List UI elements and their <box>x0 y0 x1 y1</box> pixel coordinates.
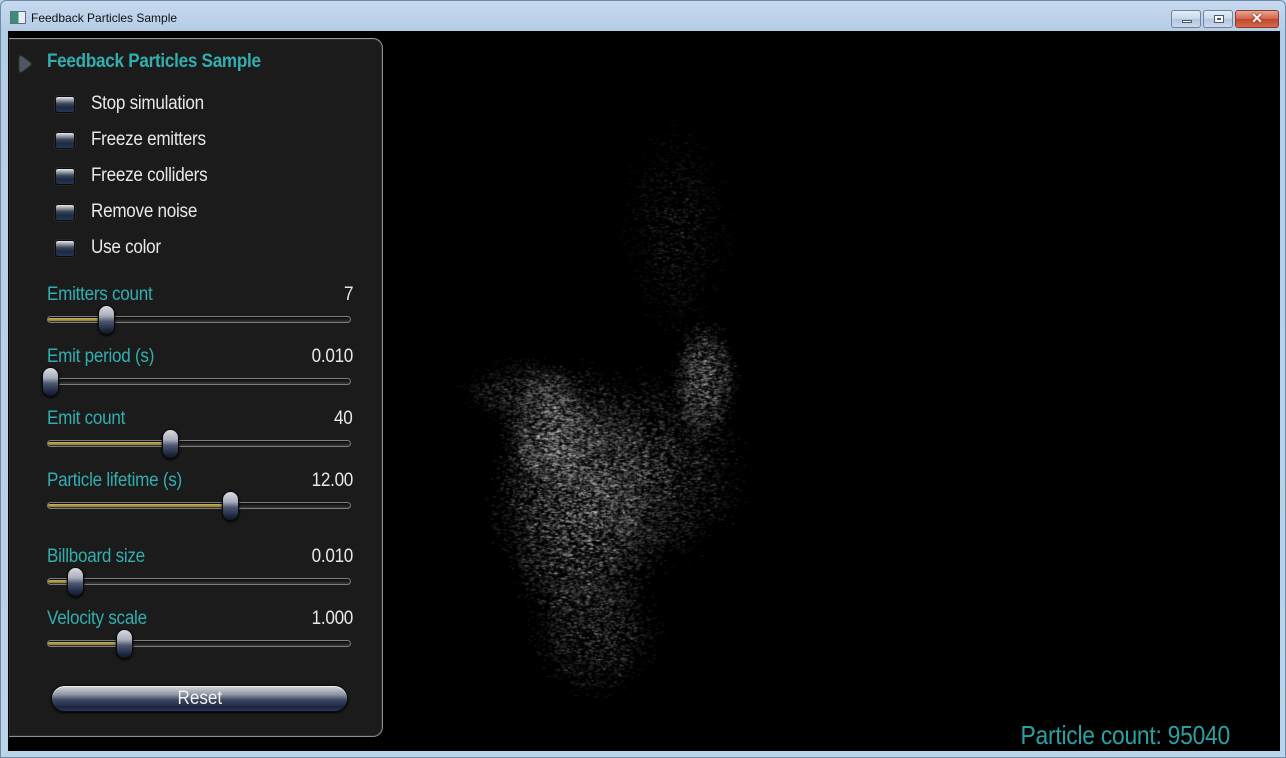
checkbox-box[interactable] <box>55 168 75 185</box>
slider-label: Particle lifetime (s) <box>47 470 182 491</box>
slider-label: Emit period (s) <box>47 346 155 367</box>
slider-label: Billboard size <box>47 546 145 567</box>
slider-track[interactable] <box>47 378 351 385</box>
checkbox-label: Use color <box>91 237 161 258</box>
slider-thumb[interactable] <box>67 567 85 597</box>
checkbox-use-color[interactable]: Use color <box>55 237 355 261</box>
slider-value: 1.000 <box>311 608 354 629</box>
panel-header[interactable]: Feedback Particles Sample <box>9 51 382 75</box>
slider-value: 12.00 <box>311 470 354 491</box>
slider-value: 0.010 <box>311 546 354 567</box>
control-panel: Feedback Particles Sample Stop simulatio… <box>9 38 383 737</box>
close-icon: ✕ <box>1251 10 1263 26</box>
window-controls: ✕ <box>1171 10 1279 28</box>
slider-track[interactable] <box>47 640 351 647</box>
checkbox-freeze-colliders[interactable]: Freeze colliders <box>55 165 355 189</box>
checkbox-box[interactable] <box>55 240 75 257</box>
slider-emit-period: Emit period (s) 0.010 <box>42 346 354 402</box>
checkbox-box[interactable] <box>55 96 75 113</box>
checkbox-stop-simulation[interactable]: Stop simulation <box>55 93 355 117</box>
slider-fill <box>48 642 124 645</box>
slider-particle-lifetime: Particle lifetime (s) 12.00 <box>47 470 353 526</box>
slider-label: Velocity scale <box>47 608 147 629</box>
panel-title: Feedback Particles Sample <box>47 51 261 72</box>
checkbox-label: Freeze colliders <box>91 165 208 186</box>
restore-icon <box>1214 15 1224 23</box>
checkbox-freeze-emitters[interactable]: Freeze emitters <box>55 129 355 153</box>
slider-track[interactable] <box>47 440 351 447</box>
checkbox-label: Freeze emitters <box>91 129 206 150</box>
slider-billboard-size: Billboard size 0.010 <box>47 546 353 602</box>
close-button[interactable]: ✕ <box>1235 10 1279 28</box>
slider-thumb[interactable] <box>97 305 115 335</box>
reset-button[interactable]: Reset <box>51 685 348 712</box>
client-area: Feedback Particles Sample Stop simulatio… <box>8 31 1280 751</box>
slider-label: Emitters count <box>47 284 153 305</box>
slider-emit-count: Emit count 40 <box>47 408 353 464</box>
app-icon <box>10 11 26 24</box>
slider-value: 0.010 <box>311 346 354 367</box>
checkbox-box[interactable] <box>55 132 75 149</box>
checkbox-label: Remove noise <box>91 201 198 222</box>
slider-emitters-count: Emitters count 7 <box>47 284 353 340</box>
triangle-right-icon[interactable] <box>20 56 31 72</box>
slider-thumb[interactable] <box>116 629 133 659</box>
particle-viewport[interactable]: Particle count: 95040 <box>384 31 1280 751</box>
particle-count-label: Particle count: 95040 <box>1020 720 1231 750</box>
window-title: Feedback Particles Sample <box>31 11 178 25</box>
slider-velocity-scale: Velocity scale 1.000 <box>47 608 353 664</box>
checkbox-remove-noise[interactable]: Remove noise <box>55 201 355 225</box>
slider-track[interactable] <box>47 502 351 509</box>
slider-thumb[interactable] <box>42 367 59 397</box>
particle-cloud <box>384 31 1280 751</box>
checkbox-label: Stop simulation <box>91 93 204 114</box>
slider-thumb[interactable] <box>222 491 240 521</box>
slider-fill <box>48 504 231 507</box>
minimize-icon <box>1182 20 1192 23</box>
app-window: Feedback Particles Sample ✕ Feedback Par… <box>0 0 1286 758</box>
slider-label: Emit count <box>47 408 126 429</box>
slider-fill <box>48 442 170 445</box>
slider-track[interactable] <box>47 316 351 323</box>
slider-track[interactable] <box>47 578 351 585</box>
title-bar[interactable]: Feedback Particles Sample ✕ <box>1 1 1285 31</box>
checkbox-box[interactable] <box>55 204 75 221</box>
slider-value: 7 <box>343 284 354 305</box>
slider-thumb[interactable] <box>161 429 179 459</box>
maximize-button[interactable] <box>1203 10 1233 28</box>
reset-button-label: Reset <box>177 688 222 709</box>
slider-value: 40 <box>334 408 354 429</box>
minimize-button[interactable] <box>1171 10 1201 28</box>
